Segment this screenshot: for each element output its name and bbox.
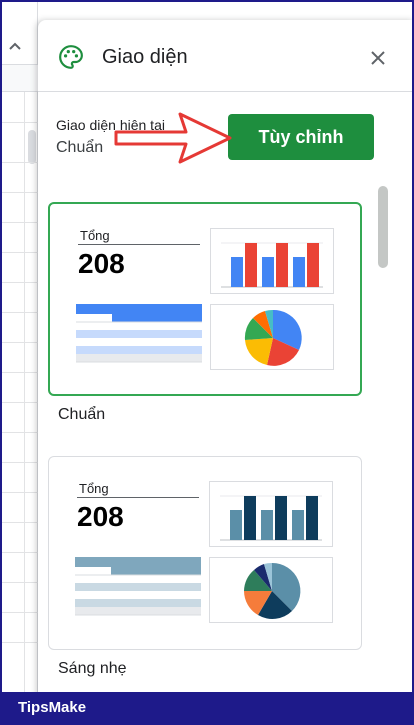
panel-title: Giao diện: [102, 46, 188, 68]
theme-name-light: Sáng nhẹ: [58, 660, 127, 677]
window-frame: Giao diện Giao diện hiện tại Chuẩn Tùy c…: [0, 0, 414, 692]
total-value: 208: [77, 501, 124, 532]
grid-row-line: [2, 522, 38, 523]
bar-chart-preview: [209, 481, 333, 547]
total-label: Tổng: [79, 481, 109, 496]
customize-button[interactable]: Tùy chỉnh: [228, 114, 374, 160]
table-preview: [75, 557, 201, 619]
grid-row-line: [2, 402, 38, 403]
footer-brand: TipsMake: [18, 699, 87, 716]
close-icon[interactable]: [368, 48, 388, 68]
grid-line: [24, 92, 25, 692]
panel-scroll-thumb[interactable]: [378, 186, 388, 268]
grid-row-line: [2, 252, 38, 253]
grid-row-line: [2, 642, 38, 643]
theme-panel: Giao diện Giao diện hiện tại Chuẩn Tùy c…: [38, 20, 412, 692]
grid-row-line: [2, 612, 38, 613]
theme-card-standard[interactable]: Tổng 208: [48, 202, 362, 396]
grid-row-line: [2, 432, 38, 433]
sheet-scroll-thumb[interactable]: [28, 130, 36, 164]
column-header: [2, 64, 38, 92]
grid-row-line: [2, 492, 38, 493]
pie-chart-preview: [210, 304, 334, 370]
panel-header: Giao diện: [38, 20, 412, 92]
grid-row-line: [2, 342, 38, 343]
grid-row-line: [2, 192, 38, 193]
grid-row-line: [2, 582, 38, 583]
grid-row-line: [2, 552, 38, 553]
pie-chart-preview: [209, 557, 333, 623]
grid-row-line: [2, 372, 38, 373]
table-preview: [76, 304, 202, 366]
spreadsheet-strip: [2, 2, 38, 692]
grid-row-line: [2, 462, 38, 463]
chevron-up-icon[interactable]: [8, 40, 22, 54]
current-theme-value: Chuẩn: [56, 139, 104, 156]
grid-row-line: [2, 282, 38, 283]
current-theme-label: Giao diện hiện tại: [56, 117, 165, 133]
palette-icon: [59, 45, 83, 69]
grid-row-line: [2, 162, 38, 163]
total-divider: [77, 497, 199, 498]
total-divider: [78, 244, 200, 245]
total-label: Tổng: [80, 228, 110, 243]
total-value: 208: [78, 248, 125, 279]
grid-row-line: [2, 222, 38, 223]
bar-chart-preview: [210, 228, 334, 294]
theme-card-light[interactable]: Tổng 208: [48, 456, 362, 650]
grid-row-line: [2, 312, 38, 313]
theme-name-standard: Chuẩn: [58, 406, 106, 423]
grid-row-line: [2, 122, 38, 123]
